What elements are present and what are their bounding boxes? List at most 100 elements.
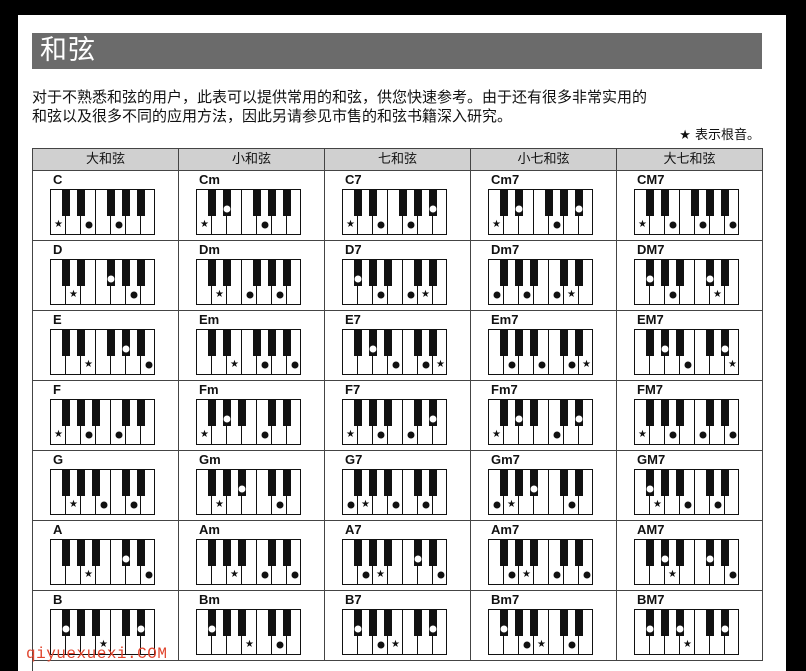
chord-cell: Bm ★: [179, 591, 325, 661]
chord-note-dot: [530, 485, 538, 493]
black-key: [514, 610, 524, 636]
chord-name: A: [53, 522, 63, 537]
chord-note-dot: [377, 641, 384, 649]
black-key: [237, 610, 247, 636]
chord-cell: DM7 ★: [617, 241, 763, 311]
chord-name: F: [53, 382, 61, 397]
chord-note-dot: [130, 291, 137, 299]
chord-cell: CM7 ★: [617, 171, 763, 241]
root-star-icon: ★: [653, 499, 662, 510]
chord-note-dot: [729, 571, 736, 579]
chord-cell: C ★: [33, 171, 179, 241]
chord-cell: BM7 ★: [617, 591, 763, 661]
black-key: [413, 470, 423, 496]
black-key: [529, 260, 539, 286]
black-key: [383, 260, 393, 286]
black-key: [61, 540, 71, 566]
black-key: [499, 540, 509, 566]
root-star-icon: ★: [245, 639, 254, 650]
chord-chart-page: 和弦 对于不熟悉和弦的用户，此表可以提供常用的和弦，供您快速参考。由于还有很多非…: [18, 15, 786, 671]
black-key: [559, 400, 569, 426]
black-key: [413, 610, 423, 636]
chord-name: C: [53, 172, 63, 187]
chord-note-dot: [661, 555, 669, 563]
keyboard-diagram: ★: [634, 609, 739, 655]
root-star-icon: ★: [230, 359, 239, 370]
black-key: [705, 610, 715, 636]
root-star-icon: ★: [69, 499, 78, 510]
chord-name: B7: [345, 592, 362, 607]
chord-note-dot: [575, 205, 583, 213]
black-key: [76, 330, 86, 356]
black-key: [121, 610, 131, 636]
chord-note-dot: [261, 361, 268, 369]
chord-cell: GM7 ★: [617, 451, 763, 521]
chord-note-dot: [508, 571, 515, 579]
keyboard-diagram: ★: [196, 399, 301, 445]
black-key: [267, 400, 277, 426]
chord-name: D: [53, 242, 63, 257]
black-key: [499, 470, 509, 496]
chord-name: DM7: [637, 242, 665, 257]
black-key: [529, 540, 539, 566]
chord-note-dot: [583, 571, 590, 579]
black-key: [559, 540, 569, 566]
chord-name: C7: [345, 172, 362, 187]
chord-note-dot: [137, 625, 145, 633]
black-key: [383, 610, 393, 636]
black-key: [121, 260, 131, 286]
chord-note-dot: [414, 555, 422, 563]
chord-note-dot: [493, 291, 500, 299]
title-bar: 和弦: [32, 33, 762, 69]
chord-cell: E ★: [33, 311, 179, 381]
keyboard-diagram: ★: [342, 399, 447, 445]
black-key: [207, 400, 217, 426]
chord-cell: Cm ★: [179, 171, 325, 241]
chord-cell: F7 ★: [325, 381, 471, 451]
black-key: [282, 330, 292, 356]
root-note-legend: ★ 表示根音。: [679, 128, 760, 143]
chord-note-dot: [377, 291, 384, 299]
black-key: [559, 610, 569, 636]
black-key: [514, 470, 524, 496]
chord-note-dot: [100, 501, 107, 509]
black-key: [720, 540, 730, 566]
black-key: [514, 260, 524, 286]
root-star-icon: ★: [638, 219, 647, 230]
chord-note-dot: [276, 291, 283, 299]
black-key: [252, 190, 262, 216]
black-key: [222, 470, 232, 496]
root-star-icon: ★: [200, 429, 209, 440]
chord-cell: D ★: [33, 241, 179, 311]
keyboard-diagram: ★: [488, 539, 593, 585]
black-key: [413, 400, 423, 426]
chord-cell: Dm ★: [179, 241, 325, 311]
chord-note-dot: [553, 221, 560, 229]
black-key: [428, 470, 438, 496]
black-key: [529, 610, 539, 636]
column-header: 小和弦: [179, 149, 325, 171]
black-key: [720, 190, 730, 216]
root-star-icon: ★: [200, 219, 209, 230]
chord-note-dot: [429, 205, 437, 213]
chord-note-dot: [223, 415, 231, 423]
black-key: [76, 260, 86, 286]
chord-note-dot: [553, 571, 560, 579]
black-key: [645, 400, 655, 426]
black-key: [690, 190, 700, 216]
chord-note-dot: [354, 275, 362, 283]
root-star-icon: ★: [582, 359, 591, 370]
black-key: [660, 470, 670, 496]
black-key: [368, 190, 378, 216]
black-key: [660, 260, 670, 286]
keyboard-diagram: ★: [196, 609, 301, 655]
chord-note-dot: [684, 501, 691, 509]
intro-text-line-2: 和弦以及很多不同的应用方法，因此另请参见市售的和弦书籍深入研究。: [32, 107, 513, 125]
black-key: [237, 540, 247, 566]
black-key: [660, 190, 670, 216]
chord-cell: Bm7 ★: [471, 591, 617, 661]
chord-note-dot: [276, 501, 283, 509]
chord-note-dot: [676, 625, 684, 633]
chord-note-dot: [493, 501, 500, 509]
chord-note-dot: [115, 221, 122, 229]
